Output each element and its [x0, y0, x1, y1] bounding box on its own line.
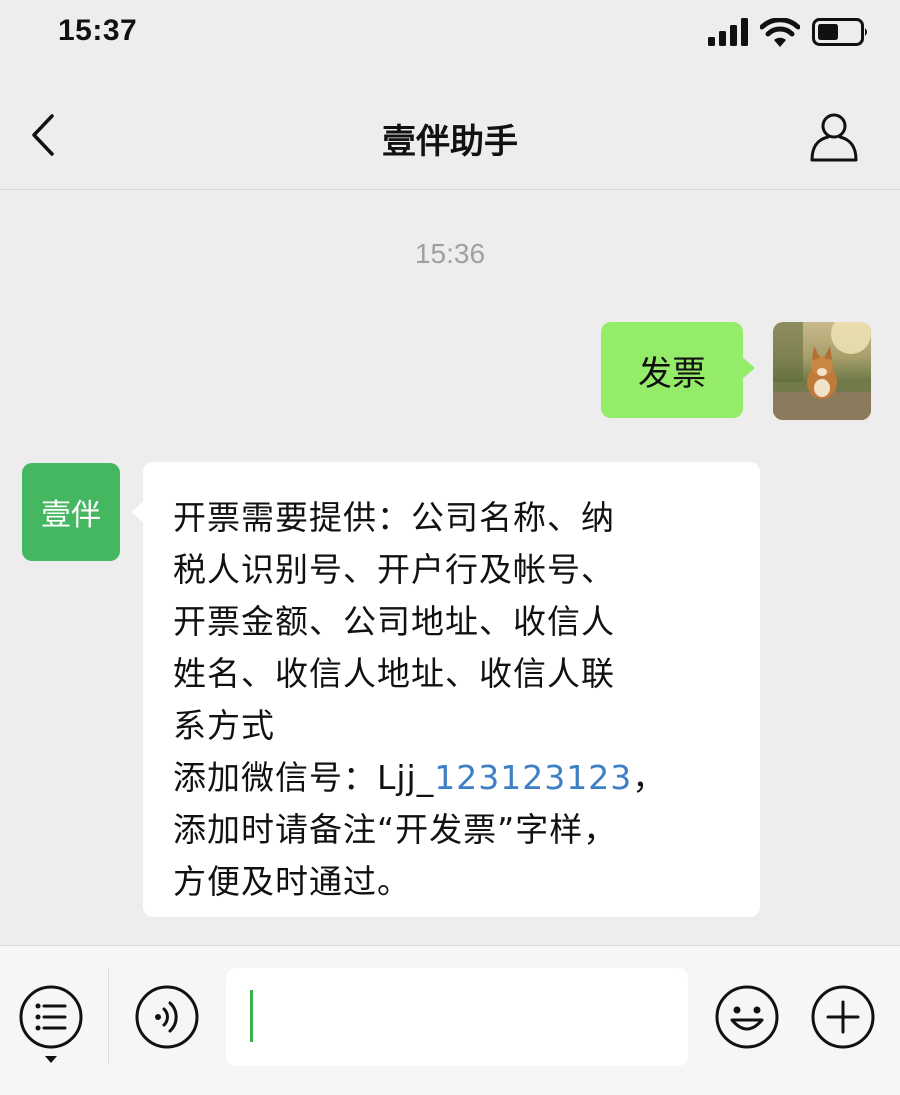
chat-info-button[interactable]	[806, 108, 862, 164]
battery-icon	[812, 18, 867, 46]
received-line: 添加时请备注“开发票”字样，	[173, 810, 618, 849]
input-bar	[0, 945, 900, 1095]
emoji-icon	[715, 985, 779, 1049]
chat-title: 壹伴助手	[382, 122, 518, 162]
received-line: 方便及时通过。	[173, 862, 411, 901]
chat-header: 壹伴助手	[0, 70, 900, 190]
wechat-id-line: 添加微信号：Ljj_123123123，	[173, 752, 726, 804]
status-time: 15:37	[58, 14, 138, 47]
sent-message-text: 发票	[638, 353, 706, 394]
received-line: 系方式	[173, 706, 275, 745]
wechat-prefix: 添加微信号：Ljj_	[173, 758, 435, 797]
status-bar: 15:37	[0, 0, 900, 70]
message-timestamp: 15:36	[414, 238, 486, 269]
dog-photo-avatar	[773, 322, 871, 420]
received-line: 开票金额、公司地址、收信人	[173, 602, 615, 641]
input-divider	[108, 968, 109, 1064]
message-input[interactable]	[226, 968, 688, 1066]
wechat-suffix: ，	[632, 758, 667, 797]
bot-avatar[interactable]: 壹伴	[22, 463, 120, 561]
text-caret	[250, 990, 253, 1042]
voice-button[interactable]	[134, 984, 200, 1050]
plus-icon	[811, 985, 875, 1049]
menu-list-icon	[19, 985, 83, 1063]
signal-icon	[708, 18, 748, 46]
received-line: 税人识别号、开户行及帐号、	[173, 550, 615, 589]
my-avatar[interactable]	[773, 322, 871, 420]
menu-toggle-button[interactable]	[18, 984, 84, 1068]
bot-avatar-label: 壹伴	[41, 498, 101, 533]
voice-icon	[135, 985, 199, 1049]
received-line: 开票需要提供：公司名称、纳	[173, 498, 615, 537]
person-icon	[810, 113, 858, 162]
received-message-bubble[interactable]: 开票需要提供：公司名称、纳 税人识别号、开户行及帐号、 开票金额、公司地址、收信…	[131, 462, 760, 917]
wifi-icon	[760, 18, 800, 47]
emoji-button[interactable]	[714, 984, 780, 1050]
more-button[interactable]	[810, 984, 876, 1050]
sent-message-bubble[interactable]: 发票	[601, 322, 755, 418]
wechat-number-link[interactable]: 123123123	[434, 758, 632, 797]
received-line: 姓名、收信人地址、收信人联	[173, 654, 615, 693]
